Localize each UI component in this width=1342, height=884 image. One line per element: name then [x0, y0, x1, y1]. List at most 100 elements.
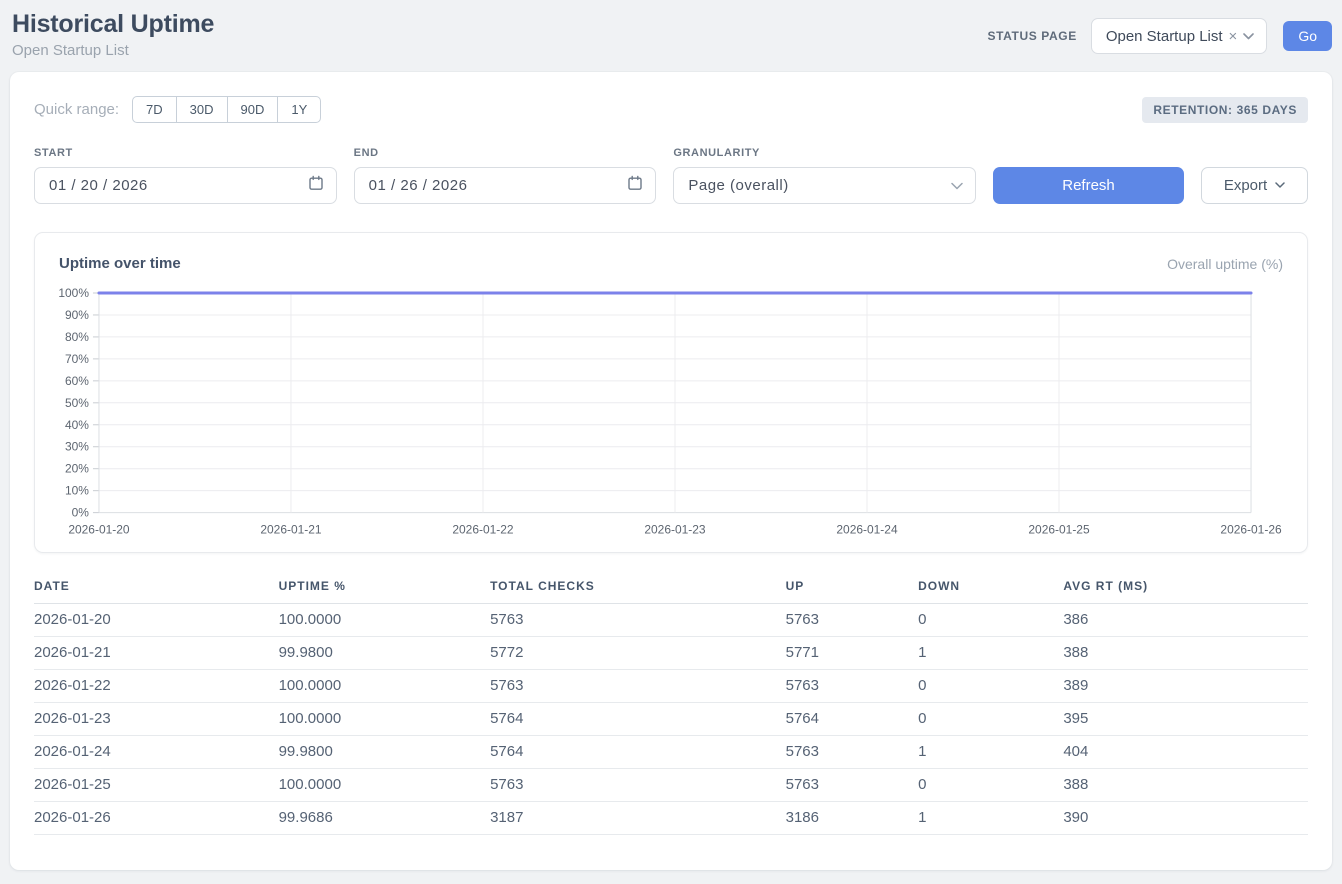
- table-cell: 5764: [786, 702, 918, 735]
- x-axis-tick-label: 2026-01-26: [1220, 523, 1282, 537]
- table-cell: 395: [1063, 702, 1308, 735]
- table-cell: 5763: [786, 603, 918, 636]
- table-cell: 99.9800: [279, 636, 490, 669]
- calendar-icon[interactable]: [627, 175, 643, 196]
- table-row: 2026-01-25100.0000576357630388: [34, 768, 1308, 801]
- clear-selection-icon[interactable]: ×: [1229, 29, 1238, 44]
- table-header-cell: TOTAL CHECKS: [490, 579, 786, 604]
- table-cell: 3187: [490, 801, 786, 834]
- table-cell: 5763: [490, 669, 786, 702]
- table-cell: 5763: [786, 735, 918, 768]
- table-header-row: DATEUPTIME %TOTAL CHECKSUPDOWNAVG RT (MS…: [34, 579, 1308, 604]
- filters-row: START 01 / 20 / 2026 END 01 / 26 / 2026 …: [34, 147, 1308, 204]
- main-panel: Quick range: 7D30D90D1Y RETENTION: 365 D…: [10, 72, 1332, 870]
- table-cell: 2026-01-24: [34, 735, 279, 768]
- granularity-selected-value: Page (overall): [688, 177, 788, 194]
- granularity-select[interactable]: Page (overall): [673, 167, 976, 204]
- quick-range-row: Quick range: 7D30D90D1Y RETENTION: 365 D…: [34, 96, 1308, 123]
- end-date-input[interactable]: 01 / 26 / 2026: [354, 167, 657, 204]
- table-cell: 0: [918, 669, 1063, 702]
- table-cell: 2026-01-23: [34, 702, 279, 735]
- quick-range-7d[interactable]: 7D: [132, 96, 177, 123]
- quick-range-90d[interactable]: 90D: [227, 96, 279, 123]
- y-axis-tick-label: 30%: [65, 440, 89, 454]
- table-cell: 2026-01-21: [34, 636, 279, 669]
- quick-range-1y[interactable]: 1Y: [277, 96, 321, 123]
- chart-title: Uptime over time: [59, 255, 181, 272]
- table-cell: 2026-01-26: [34, 801, 279, 834]
- page-header: Historical Uptime Open Startup List STAT…: [0, 0, 1342, 70]
- table-cell: 0: [918, 768, 1063, 801]
- granularity-field: GRANULARITY Page (overall): [673, 147, 976, 204]
- table-cell: 5763: [786, 669, 918, 702]
- table-cell: 388: [1063, 768, 1308, 801]
- y-axis-tick-label: 80%: [65, 330, 89, 344]
- table-cell: 99.9686: [279, 801, 490, 834]
- table-cell: 3186: [786, 801, 918, 834]
- end-date-field: END 01 / 26 / 2026: [354, 147, 657, 204]
- table-row: 2026-01-23100.0000576457640395: [34, 702, 1308, 735]
- uptime-chart-card: Uptime over time Overall uptime (%) 0%10…: [34, 232, 1308, 553]
- status-page-select[interactable]: Open Startup List ×: [1091, 18, 1268, 54]
- export-label: Export: [1224, 177, 1267, 194]
- table-cell: 2026-01-20: [34, 603, 279, 636]
- y-axis-tick-label: 70%: [65, 352, 89, 366]
- table-header-cell: DATE: [34, 579, 279, 604]
- table-cell: 390: [1063, 801, 1308, 834]
- uptime-line-chart: 0%10%20%30%40%50%60%70%80%90%100%2026-01…: [59, 286, 1283, 540]
- start-date-input[interactable]: 01 / 20 / 2026: [34, 167, 337, 204]
- granularity-label: GRANULARITY: [673, 147, 976, 159]
- table-header-cell: DOWN: [918, 579, 1063, 604]
- table-cell: 99.9800: [279, 735, 490, 768]
- status-page-selected-value: Open Startup List: [1106, 28, 1223, 45]
- page-subtitle: Open Startup List: [12, 42, 214, 59]
- page-title: Historical Uptime: [12, 10, 214, 39]
- x-axis-tick-label: 2026-01-22: [452, 523, 514, 537]
- y-axis-tick-label: 10%: [65, 484, 89, 498]
- status-page-label: STATUS PAGE: [988, 29, 1077, 43]
- table-cell: 100.0000: [279, 768, 490, 801]
- table-cell: 1: [918, 735, 1063, 768]
- table-body: 2026-01-20100.00005763576303862026-01-21…: [34, 603, 1308, 834]
- title-block: Historical Uptime Open Startup List: [12, 10, 214, 59]
- status-page-controls: STATUS PAGE Open Startup List × Go: [988, 18, 1332, 54]
- y-axis-tick-label: 20%: [65, 462, 89, 476]
- table-cell: 1: [918, 636, 1063, 669]
- chevron-down-icon: [951, 177, 963, 195]
- table-row: 2026-01-2699.9686318731861390: [34, 801, 1308, 834]
- table-cell: 100.0000: [279, 669, 490, 702]
- table-row: 2026-01-2199.9800577257711388: [34, 636, 1308, 669]
- table-cell: 1: [918, 801, 1063, 834]
- table-row: 2026-01-20100.0000576357630386: [34, 603, 1308, 636]
- start-date-field: START 01 / 20 / 2026: [34, 147, 337, 204]
- table-cell: 5763: [490, 603, 786, 636]
- table-cell: 404: [1063, 735, 1308, 768]
- x-axis-tick-label: 2026-01-25: [1028, 523, 1090, 537]
- table-cell: 5764: [490, 702, 786, 735]
- chevron-down-icon: [1243, 27, 1254, 45]
- table-header-cell: UP: [786, 579, 918, 604]
- table-cell: 0: [918, 702, 1063, 735]
- y-axis-tick-label: 50%: [65, 396, 89, 410]
- x-axis-tick-label: 2026-01-23: [644, 523, 706, 537]
- refresh-button[interactable]: Refresh: [993, 167, 1184, 204]
- y-axis-tick-label: 60%: [65, 374, 89, 388]
- calendar-icon[interactable]: [308, 175, 324, 196]
- export-button[interactable]: Export: [1201, 167, 1308, 204]
- end-date-value: 01 / 26 / 2026: [369, 177, 468, 194]
- quick-range-group: 7D30D90D1Y: [132, 96, 321, 123]
- table-cell: 100.0000: [279, 702, 490, 735]
- table-cell: 0: [918, 603, 1063, 636]
- table-row: 2026-01-22100.0000576357630389: [34, 669, 1308, 702]
- x-axis-tick-label: 2026-01-20: [68, 523, 130, 537]
- quick-range-30d[interactable]: 30D: [176, 96, 228, 123]
- start-date-value: 01 / 20 / 2026: [49, 177, 148, 194]
- go-button[interactable]: Go: [1283, 21, 1332, 51]
- x-axis-tick-label: 2026-01-21: [260, 523, 322, 537]
- table-cell: 5763: [490, 768, 786, 801]
- y-axis-tick-label: 100%: [59, 286, 89, 300]
- table-cell: 5771: [786, 636, 918, 669]
- table-cell: 2026-01-25: [34, 768, 279, 801]
- y-axis-tick-label: 0%: [72, 506, 90, 520]
- table-header-cell: AVG RT (MS): [1063, 579, 1308, 604]
